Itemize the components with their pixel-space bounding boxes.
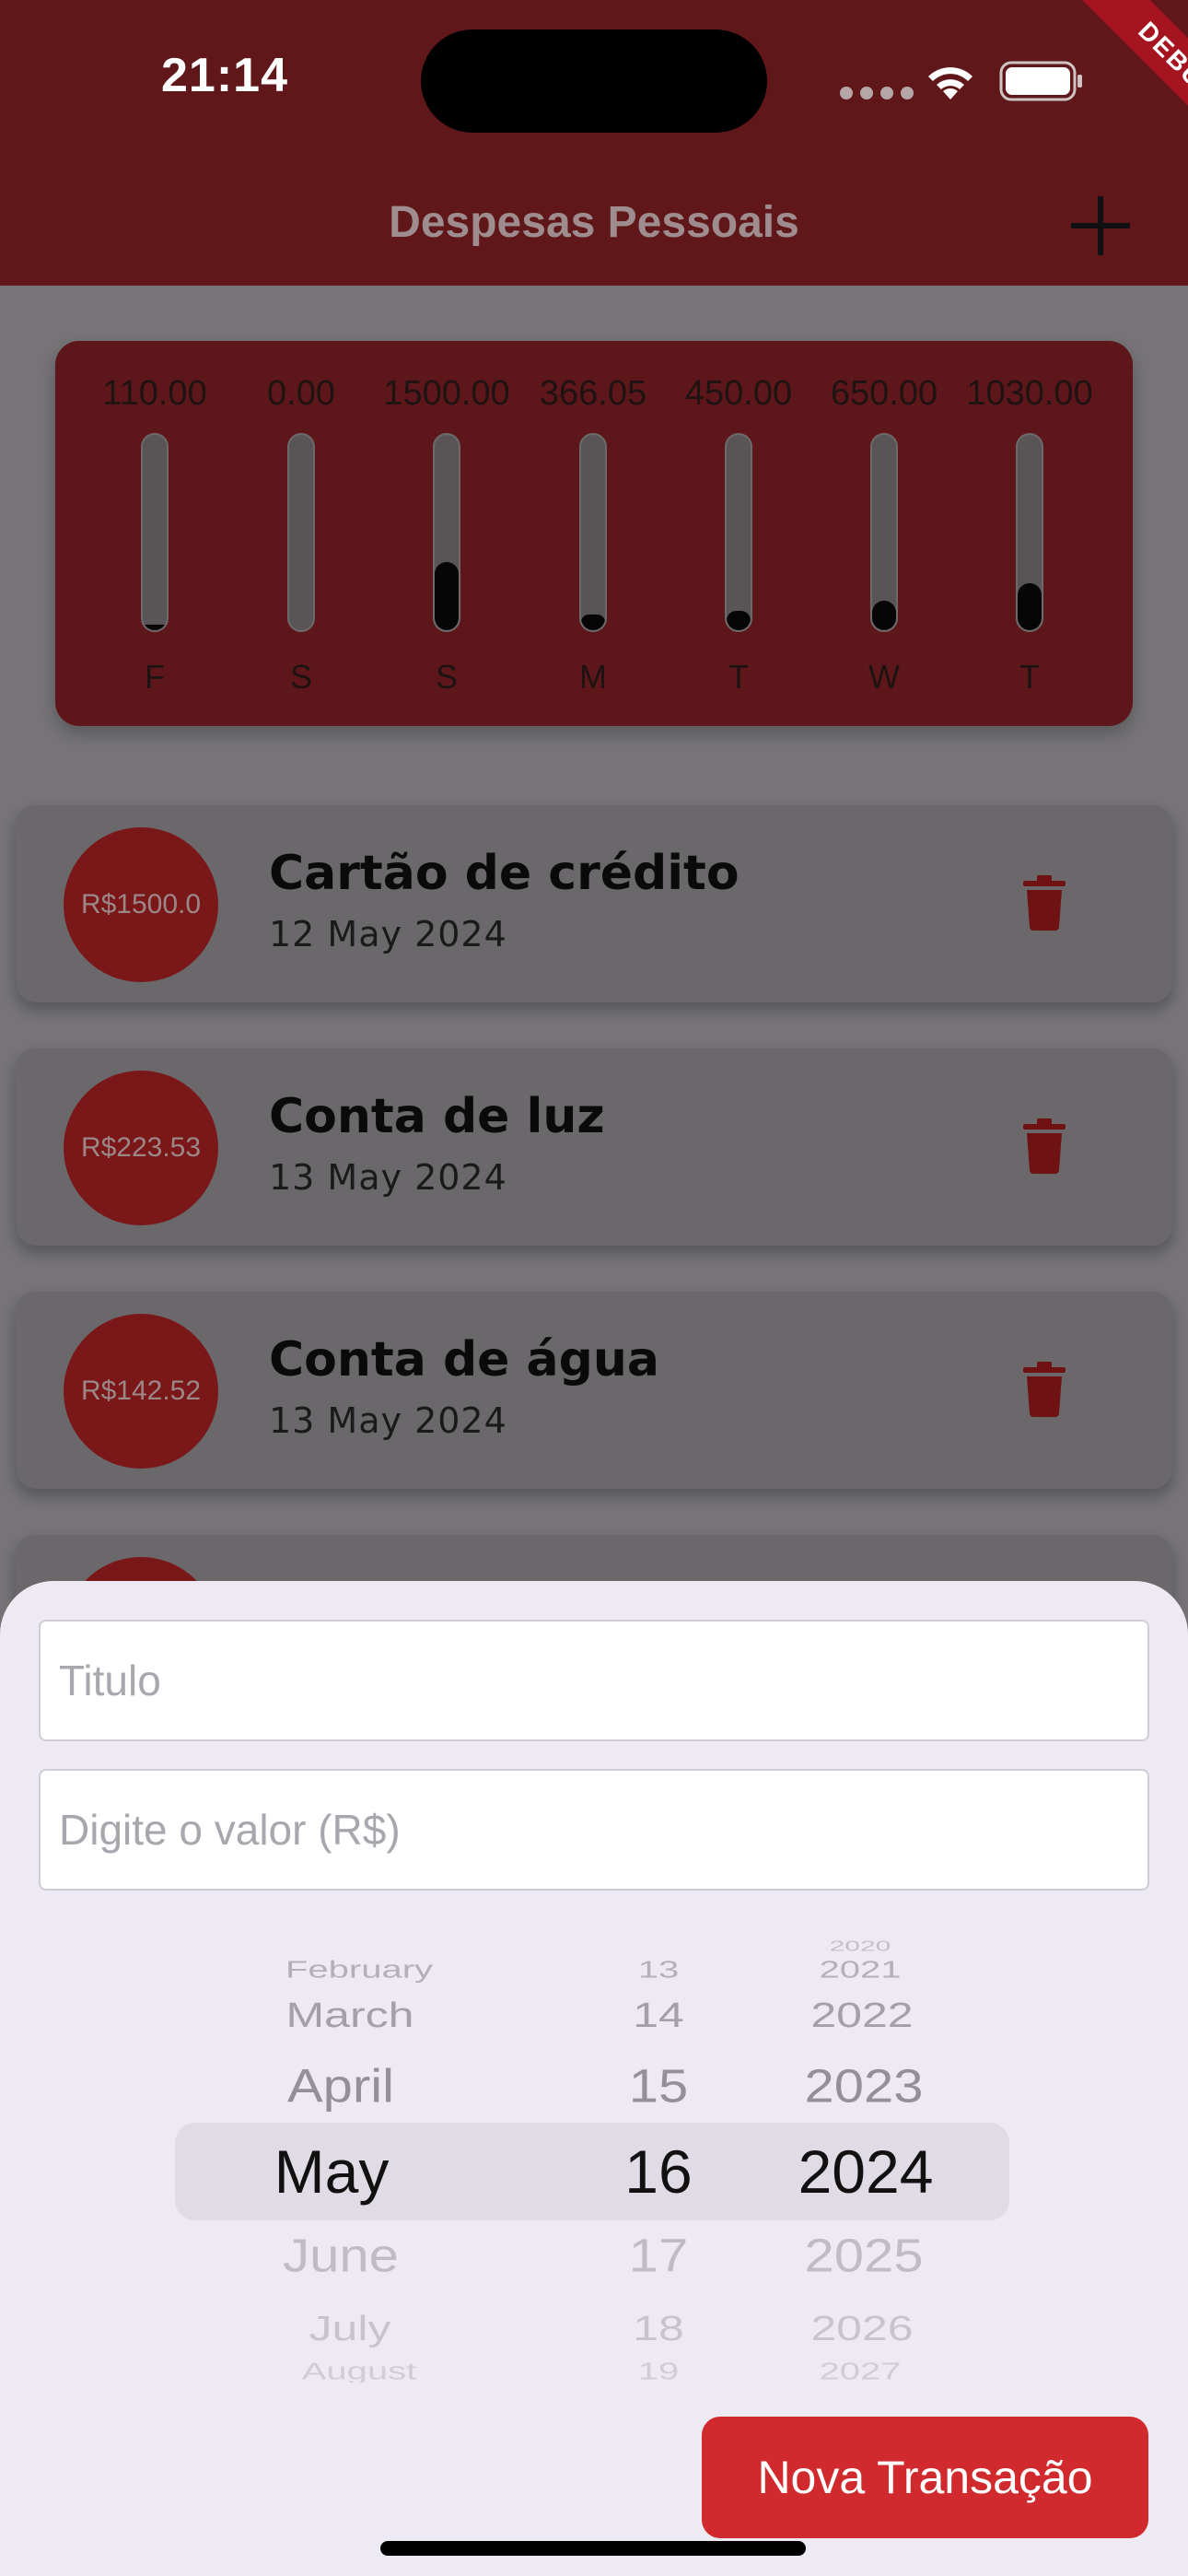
chart-bar-track: [287, 433, 315, 632]
title-input[interactable]: [39, 1620, 1149, 1741]
chart-bar-fill: [727, 610, 751, 630]
transaction-card: R$1500.0 Cartão de crédito 12 May 2024: [16, 805, 1172, 1002]
chart-bar-track: [870, 433, 898, 632]
chart-bar-fill: [1018, 583, 1042, 630]
year-option[interactable]: 2027: [722, 2359, 998, 2383]
year-option[interactable]: 2022: [724, 1995, 1000, 2035]
chart-bar-day-label: W: [868, 658, 900, 696]
chart-bar-day-label: T: [728, 658, 749, 696]
month-option[interactable]: August: [203, 2359, 516, 2383]
year-option[interactable]: 2025: [726, 2229, 1002, 2283]
weekly-chart-card: 110.00 F 0.00 S 1500.00 S 366.05 M 450.00 T 650.00…: [55, 341, 1133, 726]
year-option[interactable]: 2026: [724, 2308, 1000, 2348]
month-option[interactable]: February: [203, 1957, 516, 1984]
chart-bar-day-label: T: [1019, 658, 1040, 696]
debug-banner: DEBUG: [1004, 0, 1188, 184]
chart-bar-value: 1500.00: [383, 374, 510, 413]
value-input[interactable]: [39, 1769, 1149, 1891]
transaction-date: 13 May 2024: [269, 1157, 507, 1198]
cellular-signal-icon: [840, 87, 914, 100]
year-option[interactable]: 2021: [722, 1957, 998, 1984]
transaction-card: R$223.53 Conta de luz 13 May 2024: [16, 1048, 1172, 1246]
transaction-date: 12 May 2024: [269, 914, 507, 954]
day-option[interactable]: 19: [599, 2359, 718, 2383]
chart-bar-day-label: M: [579, 658, 607, 696]
chart-bar-column: 366.05 M: [529, 341, 658, 726]
chart-bar-track: [141, 433, 169, 632]
trash-icon[interactable]: [1021, 1117, 1067, 1174]
wifi-icon: [928, 67, 973, 100]
chart-bar-day-label: F: [145, 658, 165, 696]
transaction-amount-badge: R$142.52: [64, 1314, 218, 1469]
day-option[interactable]: 18: [599, 2308, 718, 2348]
chart-bar-fill: [872, 601, 896, 630]
plus-icon[interactable]: [1064, 189, 1137, 263]
month-option[interactable]: July: [193, 2308, 507, 2348]
chart-bar-value: 650.00: [830, 374, 938, 413]
chart-bar-column: 450.00 T: [674, 341, 803, 726]
year-option[interactable]: 2024: [728, 2137, 1004, 2207]
transaction-title: Cartão de crédito: [269, 846, 740, 901]
transaction-title: Conta de água: [269, 1332, 659, 1388]
home-indicator: [380, 2541, 806, 2556]
chart-bar-column: 110.00 F: [90, 341, 219, 726]
chart-bar-track: [1016, 433, 1043, 632]
chart-bar-day-label: S: [435, 658, 458, 696]
chart-bar-column: 0.00 S: [237, 341, 366, 726]
day-option[interactable]: 14: [599, 1995, 718, 2035]
status-time: 21:14: [161, 49, 288, 102]
new-transaction-sheet: February March April May June July August 13 14 1…: [0, 1581, 1188, 2576]
trash-icon[interactable]: [1021, 873, 1067, 931]
day-option[interactable]: 13: [599, 1957, 718, 1984]
chart-bar-fill: [435, 561, 459, 630]
chart-bar-value: 450.00: [684, 374, 793, 413]
day-option[interactable]: 16: [599, 2137, 718, 2207]
transaction-card: R$142.52 Conta de água 13 May 2024: [16, 1292, 1172, 1489]
dynamic-island: [421, 29, 767, 133]
date-picker[interactable]: February March April May June July August 13 14 1…: [175, 1940, 1013, 2383]
chart-bar-column: 1030.00 T: [965, 341, 1094, 726]
month-option[interactable]: June: [184, 2229, 497, 2283]
day-option[interactable]: 17: [599, 2229, 718, 2283]
chart-bar-column: 650.00 W: [820, 341, 949, 726]
day-option[interactable]: 15: [599, 2059, 718, 2113]
trash-icon[interactable]: [1021, 1360, 1067, 1417]
new-transaction-button[interactable]: Nova Transação: [702, 2417, 1148, 2538]
chart-bar-value: 0.00: [267, 374, 335, 413]
app-title: Despesas Pessoais: [389, 198, 799, 247]
chart-bar-column: 1500.00 S: [382, 341, 511, 726]
transaction-title: Conta de luz: [269, 1089, 605, 1144]
chart-bar-fill: [143, 624, 167, 630]
month-option[interactable]: April: [184, 2059, 497, 2113]
month-option[interactable]: May: [175, 2137, 488, 2207]
transaction-date: 13 May 2024: [269, 1400, 507, 1441]
chart-bar-fill: [581, 615, 605, 630]
chart-bar-day-label: S: [289, 658, 312, 696]
transaction-amount-badge: R$1500.0: [64, 827, 218, 982]
year-option[interactable]: 2023: [726, 2059, 1002, 2113]
chart-bar-track: [579, 433, 607, 632]
transaction-amount-badge: R$223.53: [64, 1071, 218, 1225]
chart-bar-track: [433, 433, 460, 632]
year-option[interactable]: 2020: [722, 1940, 998, 1954]
chart-bar-value: 110.00: [102, 374, 207, 413]
chart-bar-value: 1030.00: [966, 374, 1093, 413]
chart-bar-value: 366.05: [539, 374, 647, 413]
month-option[interactable]: March: [193, 1995, 507, 2035]
chart-bar-track: [725, 433, 752, 632]
